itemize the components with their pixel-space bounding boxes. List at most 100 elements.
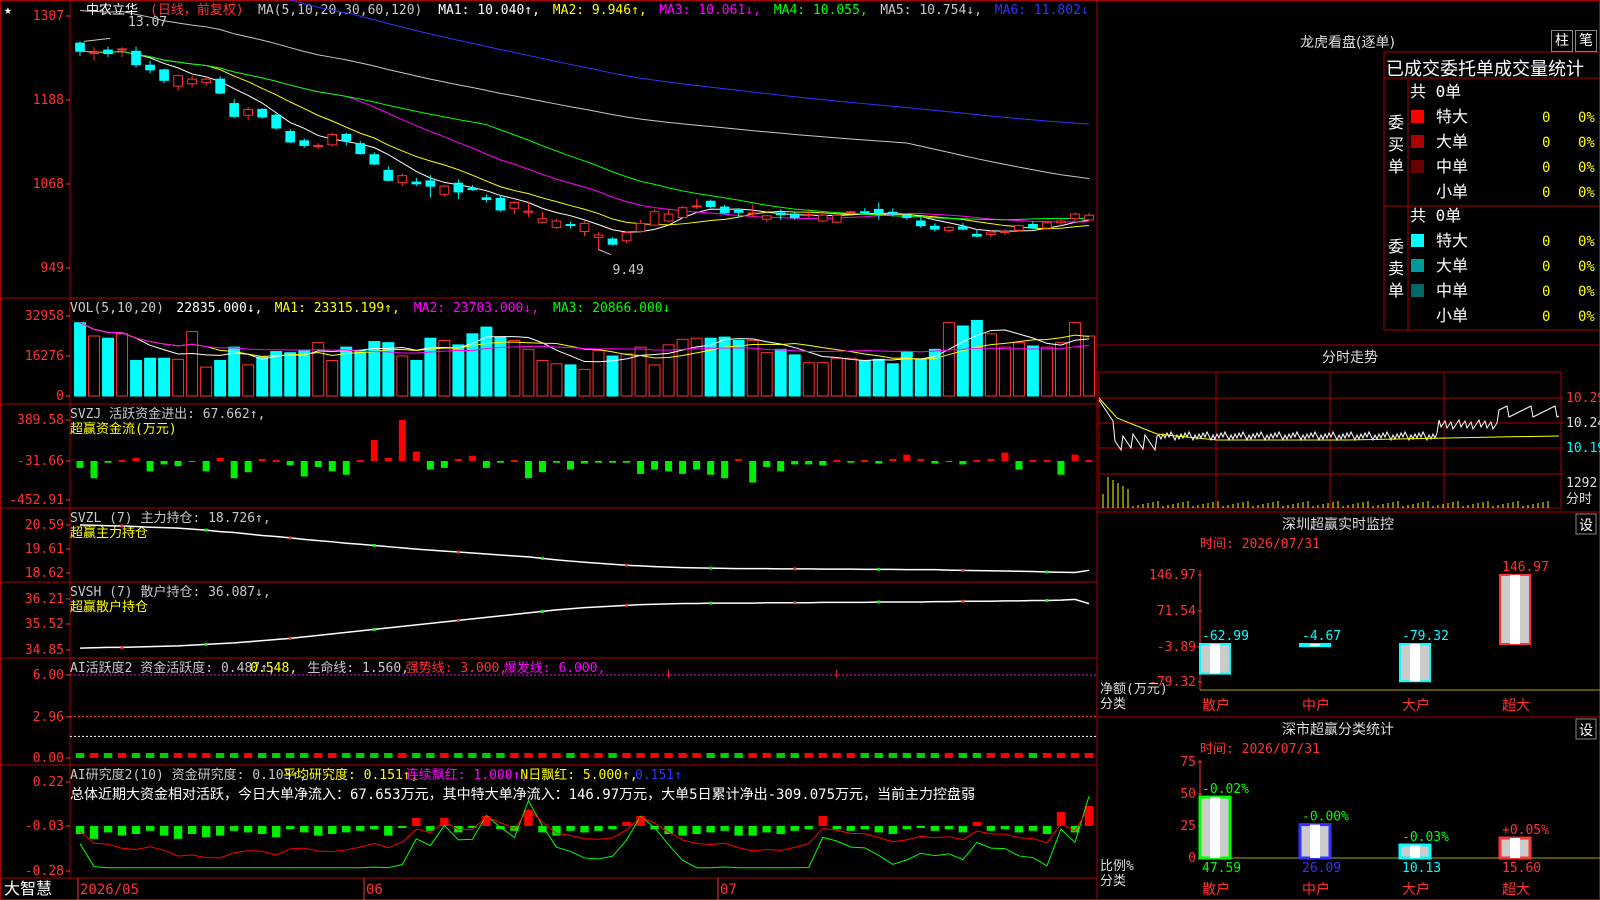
vol-tick-1: 16276 [25, 349, 64, 364]
bar-view-button[interactable]: 柱 [1551, 30, 1573, 52]
price-tick-0: 1307 [33, 9, 64, 24]
vol-bar-33 [536, 359, 549, 397]
candle-39 [621, 231, 632, 244]
candle-72 [1084, 212, 1094, 222]
candle-27 [453, 179, 464, 199]
stats-ylabel: 比例% [1100, 859, 1134, 874]
ai1-legend-1: 0.548, [250, 661, 297, 676]
monitor-bar-highlight-1 [1310, 644, 1320, 647]
tick-view-button[interactable]: 笔 [1575, 30, 1597, 52]
stats-axis-3: 0 [1188, 851, 1196, 866]
vol-bar-65 [984, 333, 997, 397]
research-bar-54 [832, 826, 841, 830]
sell-total: 共 0单 [1410, 206, 1461, 225]
candle-body-3 [117, 48, 127, 51]
candle-18 [327, 132, 338, 147]
activity-bar-52 [804, 753, 813, 758]
activity-bar-40 [636, 753, 645, 758]
research-bar-16 [300, 826, 309, 833]
stats-bar-1 [1298, 823, 1332, 860]
flow-bar-30 [496, 461, 504, 463]
vol-bar-40 [634, 346, 647, 397]
activity-bar-58 [888, 753, 898, 758]
buy-row-label-3: 小单 [1436, 182, 1468, 201]
vol-bar-7 [172, 358, 185, 397]
flow-bar-52 [805, 461, 813, 465]
vol-bar-21 [368, 341, 381, 397]
flow-bar-6 [160, 461, 168, 465]
flow-bar-56 [861, 460, 869, 462]
flow-bar-28 [468, 455, 476, 461]
flow-bar-57 [875, 461, 883, 464]
activity-bar-66 [1000, 753, 1010, 758]
candle-body-44 [691, 205, 702, 208]
flow-bar-4 [132, 457, 140, 461]
activity-bar-61 [930, 753, 940, 758]
vol-bar-8 [186, 331, 199, 397]
sell-row-val-2: 0 [1542, 284, 1550, 300]
monitor-axis-0: 146.97 [1149, 568, 1196, 583]
chart-canvas[interactable]: ★ 中农立华 (日线，前复权) MA(5,10,20,30,60,120) MA1: 1… [0, 0, 1600, 900]
activity-bar-39 [622, 753, 631, 758]
candle-body-46 [719, 206, 730, 214]
activity-bar-34 [552, 753, 561, 758]
vol-tick-0: 32958 [25, 309, 64, 324]
candle-43 [677, 205, 688, 219]
flow-bar-34 [552, 461, 560, 463]
flow-bar-36 [580, 461, 589, 464]
stats-bar-highlight-0 [1210, 797, 1220, 858]
research-bar-63 [958, 826, 968, 833]
activity-bar-38 [608, 753, 617, 758]
research-bar-58 [888, 826, 898, 835]
activity-bar-53 [818, 753, 827, 758]
vol-bar-39 [620, 353, 633, 397]
flow-bar-42 [665, 461, 673, 472]
sell-row-pct-0: 0% [1578, 234, 1595, 250]
activity-bar-24 [412, 753, 421, 758]
vol-bar-11 [228, 346, 241, 397]
candle-54 [831, 214, 842, 224]
research-bar-2 [103, 826, 113, 833]
buy-row-label-1: 大单 [1436, 132, 1468, 151]
candle-14 [271, 114, 282, 130]
activity-bar-22 [384, 753, 393, 758]
candle-22 [383, 166, 394, 182]
flow-bar-44 [693, 461, 701, 470]
candle-12 [243, 107, 254, 120]
candle-16 [299, 138, 310, 148]
stats-bar-label-2: 10.13 [1402, 861, 1441, 876]
research-bar-51 [790, 826, 799, 831]
buy-label-2: 单 [1388, 157, 1404, 176]
candle-body-72 [1084, 214, 1094, 221]
research-bar-61 [930, 826, 940, 831]
ai2-legend-2: 连续飘红: 1.000↑, [406, 767, 528, 783]
vol-bar-69 [1040, 346, 1053, 397]
activity-bar-54 [832, 753, 841, 758]
flow-bar-20 [356, 460, 364, 462]
candle-body-10 [215, 78, 225, 94]
monitor-bar-label-0: -62.99 [1202, 629, 1249, 644]
main-hold-line-dot-3 [120, 524, 124, 528]
stats-cat-0: 散户 [1202, 881, 1230, 898]
candle-body-63 [958, 226, 968, 230]
stats-title: 深市超赢分类统计 [1282, 721, 1394, 738]
flow-bar-14 [272, 460, 280, 462]
candle-body-47 [733, 210, 744, 213]
main-hold-line-dot-15 [288, 536, 292, 540]
buy-row-val-1: 0 [1542, 135, 1550, 151]
vol-bar-37 [592, 349, 605, 397]
stats-bar-delta-2: -0.03% [1402, 830, 1449, 845]
ai2-legend-4: 0.151↑ [635, 768, 682, 783]
retail-hold-line [79, 598, 1090, 649]
research-bar-36 [580, 826, 589, 833]
research-bar-19 [342, 826, 351, 833]
retail-hold-line-dot-45 [709, 601, 713, 605]
intraday-title: 分时走势 [1322, 350, 1378, 366]
sell-row-swatch-1 [1411, 259, 1424, 272]
flow-bar-21 [370, 439, 378, 461]
retail-hold-line-dot-57 [877, 600, 881, 604]
candle-body-12 [243, 108, 254, 116]
stats-bar-2 [1398, 843, 1432, 860]
ai2-legend-0: AI研究度2(10) 资金研究度: 0.103↑, [70, 767, 307, 783]
candle-63 [958, 222, 968, 231]
